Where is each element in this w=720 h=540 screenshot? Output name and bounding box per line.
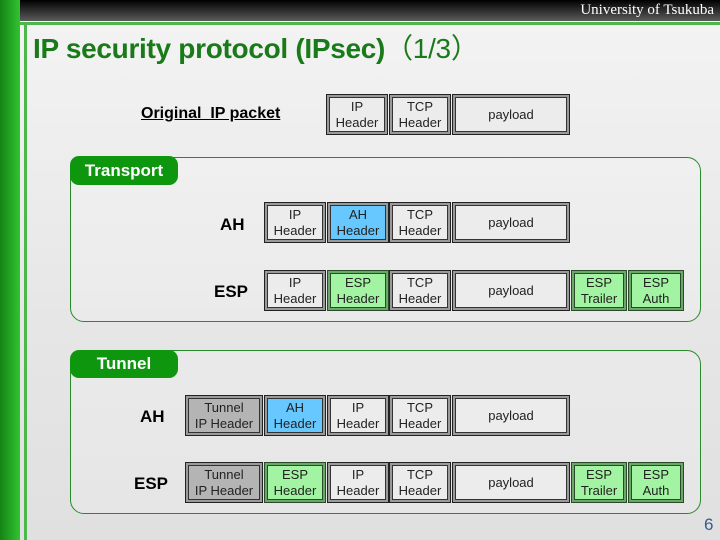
left-divider (24, 22, 27, 540)
transport-ah-ah-header-block: AH Header (327, 202, 389, 243)
tunnel-esp-trailer-block: ESP Trailer (571, 462, 627, 503)
tunnel-ah-payload-block: payload (452, 395, 570, 436)
page-number: 6 (704, 515, 714, 534)
slide-title: IP security protocol (IPsec)（1/3） (33, 27, 479, 67)
transport-esp-tcp-header-block: TCP Header (389, 270, 451, 311)
transport-ah-tcp-header-block: TCP Header (389, 202, 451, 243)
tunnel-esp-label: ESP (134, 474, 169, 493)
transport-esp-esp-header-block: ESP Header (327, 270, 389, 311)
transport-ah-ip-header-block: IP Header (264, 202, 326, 243)
tunnel-esp-ip-header-block: IP Header (327, 462, 389, 503)
tunnel-esp-payload-block: payload (452, 462, 570, 503)
header-divider (20, 22, 720, 25)
slide-title-suffix: （1/3） (385, 33, 479, 64)
transport-esp-ip-header-block: IP Header (264, 270, 326, 311)
tunnel-label: Tunnel (70, 350, 178, 378)
tunnel-ah-ip-header-block: IP Header (327, 395, 389, 436)
tunnel-ah-tcp-header-block: TCP Header (389, 395, 451, 436)
transport-esp-label: ESP (214, 282, 249, 301)
tunnel-esp-tcp-header-block: TCP Header (389, 462, 451, 503)
organization-name: University of Tsukuba (580, 2, 714, 18)
tunnel-esp-tunnel-ip-header-block: Tunnel IP Header (185, 462, 263, 503)
left-accent-bar (0, 0, 20, 540)
top-bar: University of Tsukuba (0, 0, 720, 21)
transport-esp-trailer-block: ESP Trailer (571, 270, 627, 311)
transport-esp-auth-block: ESP Auth (628, 270, 684, 311)
tunnel-ah-tunnel-ip-header-block: Tunnel IP Header (185, 395, 263, 436)
transport-ah-label: AH (220, 215, 245, 234)
tunnel-ah-ah-header-block: AH Header (264, 395, 326, 436)
tunnel-esp-auth-block: ESP Auth (628, 462, 684, 503)
original-tcp-header-block: TCP Header (389, 94, 451, 135)
original-ip-header-block: IP Header (326, 94, 388, 135)
transport-esp-payload-block: payload (452, 270, 570, 311)
transport-label: Transport (70, 156, 178, 185)
original-packet-label: Original IP packet (141, 105, 281, 122)
transport-ah-payload-block: payload (452, 202, 570, 243)
tunnel-esp-esp-header-block: ESP Header (264, 462, 326, 503)
tunnel-ah-label: AH (140, 407, 165, 426)
original-payload-block: payload (452, 94, 570, 135)
slide-title-main: IP security protocol (IPsec) (33, 33, 386, 64)
